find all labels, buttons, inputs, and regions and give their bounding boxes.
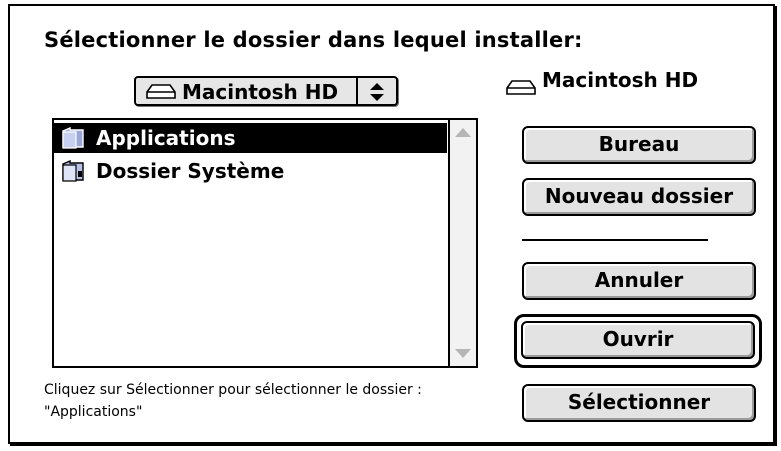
list-item-label: Dossier Système (96, 159, 285, 183)
vertical-scrollbar[interactable] (448, 120, 476, 366)
hard-disk-icon (146, 84, 176, 104)
list-item[interactable]: Dossier Système (54, 156, 447, 186)
select-folder-dialog: Sélectionner le dossier dans lequel inst… (8, 4, 775, 444)
hard-disk-icon (506, 80, 536, 100)
open-button[interactable]: Ouvrir (521, 321, 755, 359)
folder-icon (60, 126, 86, 153)
volume-label: Macintosh HD (542, 68, 699, 92)
desktop-button[interactable]: Bureau (522, 126, 756, 164)
new-folder-button[interactable]: Nouveau dossier (522, 178, 756, 216)
system-folder-icon (60, 159, 86, 186)
popup-divider (356, 78, 358, 104)
file-list-rows: Applications Dossier Système (54, 120, 447, 366)
select-button[interactable]: Sélectionner (522, 384, 756, 422)
list-item-label: Applications (96, 126, 236, 150)
dialog-title: Sélectionner le dossier dans lequel inst… (44, 28, 583, 52)
scroll-down-arrow-icon[interactable] (450, 338, 476, 366)
list-item[interactable]: Applications (54, 123, 447, 153)
popup-selected-label: Macintosh HD (182, 80, 339, 104)
file-list[interactable]: Applications Dossier Système (52, 118, 478, 368)
scroll-up-arrow-icon[interactable] (450, 120, 476, 148)
selection-hint: Cliquez sur Sélectionner pour sélectionn… (44, 382, 422, 420)
cancel-button[interactable]: Annuler (522, 262, 756, 300)
button-divider (522, 239, 708, 241)
volume-popup-menu[interactable]: Macintosh HD (134, 76, 398, 106)
up-down-arrows-icon (366, 82, 388, 102)
